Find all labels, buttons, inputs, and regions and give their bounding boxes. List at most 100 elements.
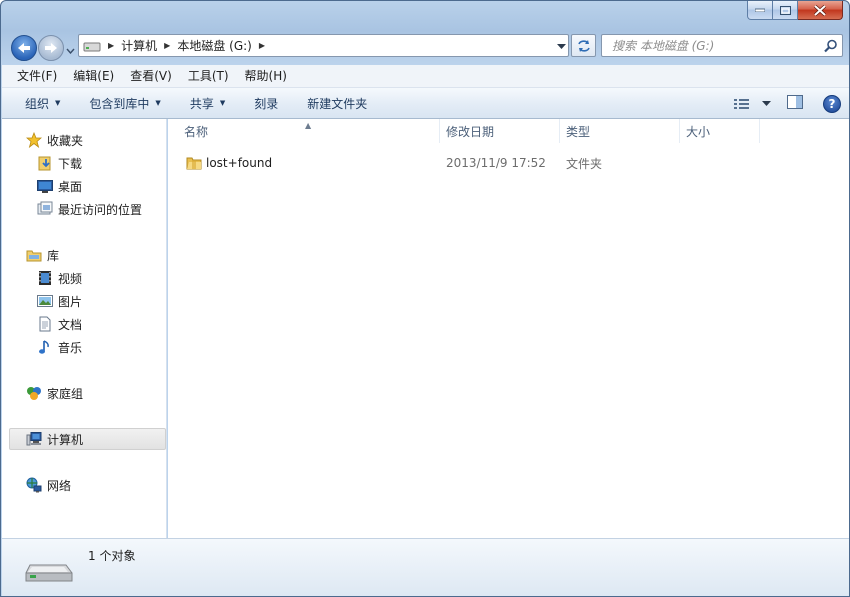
back-button[interactable] [11,35,37,61]
minimize-icon [755,8,765,12]
breadcrumb-drive[interactable]: 本地磁盘 (G:) [177,37,252,54]
burn-label: 刻录 [254,96,279,111]
video-icon [39,271,51,285]
drive-large-icon [24,555,74,588]
help-button[interactable]: ? [823,94,841,113]
file-type: 文件夹 [566,156,603,171]
breadcrumb-separator-icon[interactable]: ▶ [259,41,265,50]
share-button[interactable]: 共享 ▼ [171,88,235,119]
chevron-down-icon [762,100,771,106]
forward-button[interactable] [38,35,64,61]
nav-pictures-label: 图片 [58,294,83,309]
nav-computer-label: 计算机 [47,432,84,447]
organize-label: 组织 [25,96,50,111]
column-type-label: 类型 [566,125,591,139]
maximize-button[interactable] [773,1,798,20]
command-bar-right: ? [734,88,841,119]
file-date: 2013/11/9 17:52 [446,156,546,170]
navigation-pane: 收藏夹 下载 桌面 最近访问的位置 库 视频 图片 文档 音乐 家庭组 计算机 … [2,119,167,538]
chevron-down-icon: ▼ [155,99,161,107]
nav-libraries[interactable]: 库 [26,245,59,265]
nav-downloads-label: 下载 [58,156,83,171]
column-header-row: ▲ 名称 修改日期 类型 大小 [168,119,849,143]
include-in-library-button[interactable]: 包含到库中 ▼ [70,88,170,119]
minimize-button[interactable] [747,1,773,20]
search-input[interactable]: 搜索 本地磁盘 (G:) [601,34,843,57]
desktop-icon [37,180,53,193]
nav-downloads[interactable]: 下载 [37,153,82,173]
close-button[interactable] [798,1,843,20]
file-list-pane: ▲ 名称 修改日期 类型 大小 lost+found 2013/11/9 17:… [168,119,849,538]
recent-places-icon [37,201,53,215]
computer-icon [26,432,42,446]
nav-documents[interactable]: 文档 [37,314,82,334]
column-header-name[interactable]: ▲ 名称 [168,119,440,143]
column-header-date[interactable]: 修改日期 [440,119,560,143]
nav-videos-label: 视频 [58,271,83,286]
nav-recent-places[interactable]: 最近访问的位置 [37,199,142,219]
homegroup-icon [27,387,41,400]
view-list-icon [734,98,749,109]
refresh-button[interactable] [571,34,596,57]
nav-libraries-label: 库 [47,248,60,263]
include-in-library-label: 包含到库中 [89,96,150,111]
new-folder-button[interactable]: 新建文件夹 [288,88,377,119]
nav-network[interactable]: 网络 [26,475,71,495]
recent-pages-dropdown[interactable] [66,43,75,57]
address-history-dropdown[interactable] [557,39,566,53]
column-date-label: 修改日期 [446,125,495,139]
caption-buttons [747,1,843,21]
nav-recent-places-label: 最近访问的位置 [58,202,143,217]
menu-bar: 文件(F) 编辑(E) 查看(V) 工具(T) 帮助(H) [2,65,849,88]
folder-icon [186,155,202,174]
address-bar[interactable]: ▶ 计算机 ▶ 本地磁盘 (G:) ▶ [78,34,569,57]
file-name[interactable]: lost+found [206,156,272,170]
menu-help[interactable]: 帮助(H) [237,65,295,88]
details-pane: 1 个对象 [2,538,849,596]
arrow-right-icon [45,43,57,53]
command-bar: 组织 ▼ 包含到库中 ▼ 共享 ▼ 刻录 新建文件夹 ? [2,88,849,119]
nav-music[interactable]: 音乐 [37,337,82,357]
nav-videos[interactable]: 视频 [37,268,82,288]
help-icon: ? [828,96,836,111]
menu-tools[interactable]: 工具(T) [180,65,237,88]
network-icon [26,477,42,493]
burn-button[interactable]: 刻录 [235,88,288,119]
change-view-button[interactable] [734,98,771,110]
music-icon [39,340,49,354]
document-icon [39,316,51,332]
search-icon[interactable] [824,39,838,53]
nav-pictures[interactable]: 图片 [37,291,82,311]
picture-icon [37,295,53,307]
chevron-down-icon: ▼ [219,99,226,107]
menu-edit[interactable]: 编辑(E) [65,65,122,88]
column-header-size[interactable]: 大小 [680,119,760,143]
breadcrumb-separator-icon[interactable]: ▶ [164,41,170,50]
library-icon [26,250,42,262]
nav-desktop[interactable]: 桌面 [37,176,82,196]
arrow-left-icon [18,43,30,53]
menu-file[interactable]: 文件(F) [2,65,65,88]
breadcrumb-separator-icon[interactable]: ▶ [108,41,114,50]
menu-view[interactable]: 查看(V) [122,65,180,88]
explorer-window: ▶ 计算机 ▶ 本地磁盘 (G:) ▶ 搜索 本地磁盘 (G:) 文件(F) 编… [0,0,850,597]
nav-music-label: 音乐 [58,340,83,355]
close-icon [814,4,826,16]
chevron-down-icon [66,48,75,55]
nav-computer[interactable]: 计算机 [26,429,83,449]
preview-pane-button[interactable] [787,95,803,112]
column-name-label: 名称 [184,125,209,139]
downloads-folder-icon [38,156,51,171]
refresh-icon [577,39,590,52]
search-placeholder: 搜索 本地磁盘 (G:) [612,39,715,53]
share-label: 共享 [189,96,214,111]
nav-homegroup[interactable]: 家庭组 [26,383,83,403]
table-row[interactable]: lost+found 2013/11/9 17:52 文件夹 [168,152,849,174]
navigation-bar: ▶ 计算机 ▶ 本地磁盘 (G:) ▶ 搜索 本地磁盘 (G:) [1,27,849,65]
nav-favorites[interactable]: 收藏夹 [26,130,83,150]
breadcrumb-computer[interactable]: 计算机 [121,37,157,54]
column-header-type[interactable]: 类型 [560,119,680,143]
star-icon [26,132,42,148]
organize-button[interactable]: 组织 ▼ [2,88,70,119]
chevron-down-icon [557,44,566,49]
